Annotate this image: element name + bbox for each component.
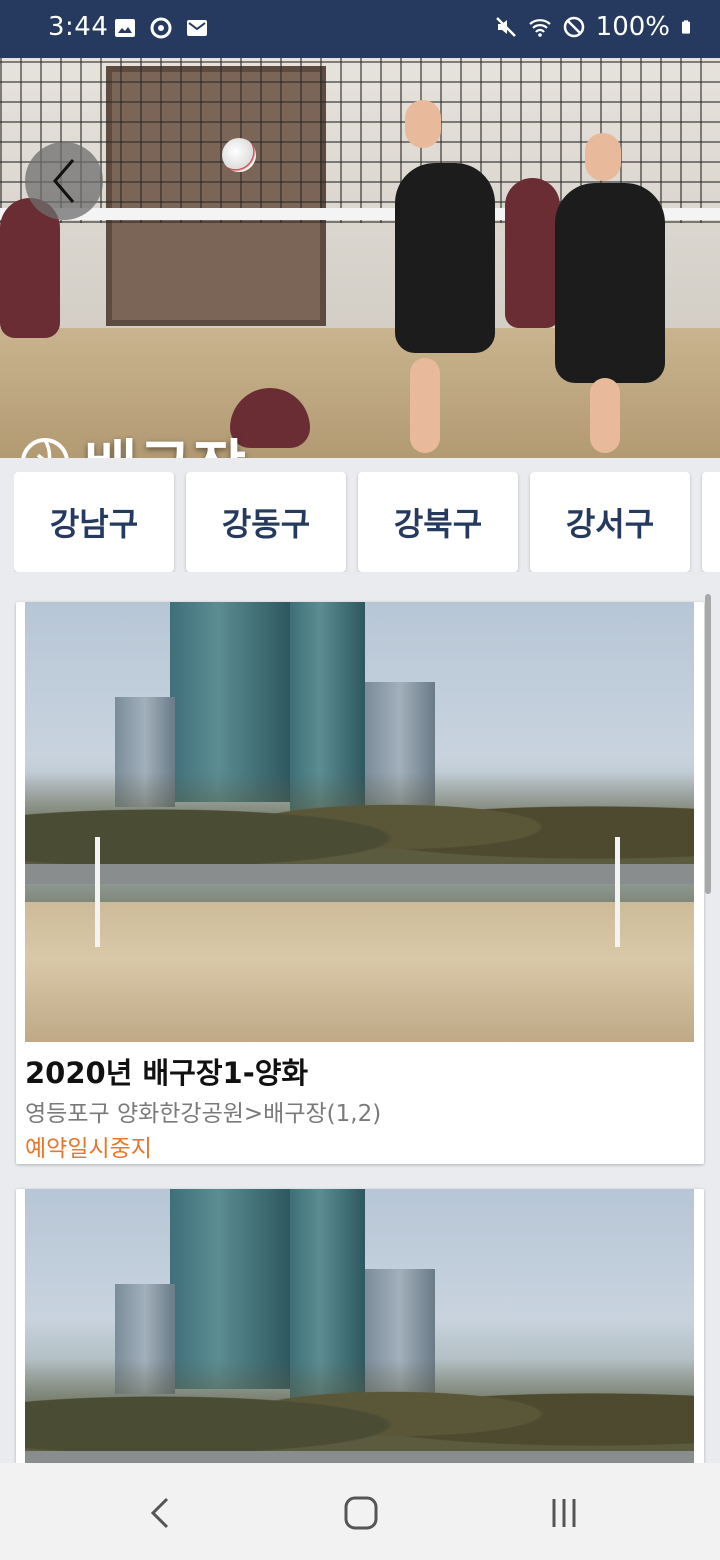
player-figure [0, 198, 60, 338]
image-icon [115, 19, 135, 37]
wifi-icon [528, 19, 551, 37]
recents-icon [552, 1499, 576, 1527]
district-label: 강동구 [221, 505, 311, 543]
district-button-partial[interactable] [702, 472, 720, 572]
nav-back-button[interactable] [130, 1483, 190, 1543]
facility-photo [25, 602, 694, 1042]
district-button[interactable]: 강동구 [186, 472, 346, 572]
nav-home-button[interactable] [331, 1483, 391, 1543]
mute-icon [495, 17, 516, 37]
page-title-text: 배구장 [84, 420, 247, 458]
photo-road [25, 864, 694, 884]
player-leg [590, 378, 620, 453]
facility-card[interactable]: 2020년 배구장1-양화 영등포구 양화한강공원>배구장(1,2) 예약일시중… [16, 602, 704, 1164]
back-button[interactable] [25, 142, 103, 220]
photo-sand-court [25, 902, 694, 1042]
facility-name: 2020년 배구장1-양화 [25, 1056, 309, 1090]
volleyball-ball [222, 138, 256, 172]
battery-percent: 100% [595, 12, 670, 42]
player-figure [555, 183, 665, 383]
battery-icon [682, 20, 690, 34]
page-title: 배구장 [20, 420, 247, 458]
district-label: 강서구 [565, 505, 655, 543]
player-leg [410, 358, 440, 453]
facility-status: 예약일시중지 [25, 1136, 152, 1162]
district-label: 강남구 [49, 505, 139, 543]
chevron-left-icon [53, 159, 75, 203]
sync-icon [150, 17, 172, 39]
player-head [585, 133, 621, 181]
player-figure [395, 163, 495, 353]
district-selector: 강남구 강동구 강북구 강서구 [14, 472, 720, 572]
nav-recents-button[interactable] [534, 1483, 594, 1543]
photo-net-pole [615, 837, 620, 947]
hero-banner: 배구장 [0, 58, 720, 458]
block-icon [563, 16, 584, 38]
district-button[interactable]: 강북구 [358, 472, 518, 572]
player-head [405, 100, 441, 148]
district-label: 강북구 [393, 505, 483, 543]
district-button[interactable]: 강서구 [530, 472, 690, 572]
photo-net-pole [95, 837, 100, 947]
player-figure [505, 178, 560, 328]
facility-address: 영등포구 양화한강공원>배구장(1,2) [25, 1101, 382, 1127]
status-bar: 3:44 100% [0, 0, 720, 58]
district-button[interactable]: 강남구 [14, 472, 174, 572]
chevron-left-icon [150, 1497, 169, 1529]
mail-icon [187, 20, 207, 36]
home-icon [344, 1496, 378, 1530]
status-time: 3:44 [48, 12, 109, 42]
volleyball-icon [21, 438, 69, 458]
system-nav-bar [0, 1463, 720, 1560]
scrollbar[interactable] [705, 594, 711, 894]
